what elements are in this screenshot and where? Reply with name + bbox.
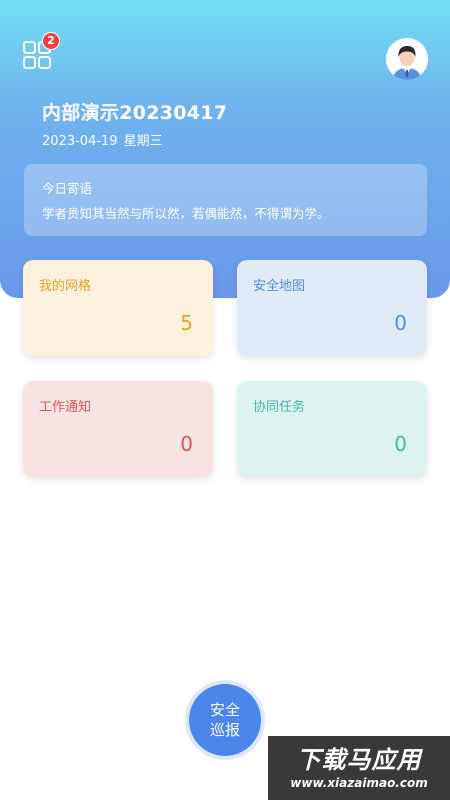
tile-count: 0	[394, 311, 407, 335]
user-avatar-icon	[386, 38, 428, 80]
safety-patrol-button[interactable]: 安全 巡报	[189, 684, 261, 756]
tile-count: 0	[180, 432, 193, 456]
collab-task-tile[interactable]: 协同任务 0	[237, 381, 427, 477]
watermark-title: 下载马应用	[296, 746, 422, 774]
watermark-url: www.xiazaimao.com	[290, 776, 428, 790]
safety-map-tile[interactable]: 安全地图 0	[237, 260, 427, 356]
date-line: 2023-04-19 星期三	[42, 130, 163, 149]
daily-quote-text: 学者贵知其当然与所以然，若偶能然，不得谓为学。	[42, 206, 330, 221]
patrol-label-line1: 安全	[209, 701, 240, 719]
tile-label: 安全地图	[253, 279, 306, 294]
tile-count: 5	[180, 311, 193, 335]
site-watermark: 下载马应用 www.xiazaimao.com	[268, 736, 450, 800]
page-title: 内部演示20230417	[42, 102, 228, 124]
tile-label: 协同任务	[253, 400, 306, 415]
tile-label: 工作通知	[39, 400, 92, 415]
tile-count: 0	[394, 432, 407, 456]
tile-label: 我的网格	[39, 279, 92, 294]
user-avatar[interactable]	[386, 38, 428, 80]
patrol-label-line2: 巡报	[209, 721, 240, 739]
header-background	[0, 0, 450, 298]
daily-quote-card: 今日寄语 学者贵知其当然与所以然，若偶能然，不得谓为学。	[24, 164, 427, 236]
notification-badge: 2	[42, 32, 60, 50]
my-grid-tile[interactable]: 我的网格 5	[23, 260, 213, 356]
date-text: 2023-04-19	[42, 134, 118, 149]
daily-quote-title: 今日寄语	[42, 181, 93, 196]
weekday-text: 星期三	[123, 134, 163, 149]
work-notice-tile[interactable]: 工作通知 0	[23, 381, 213, 477]
